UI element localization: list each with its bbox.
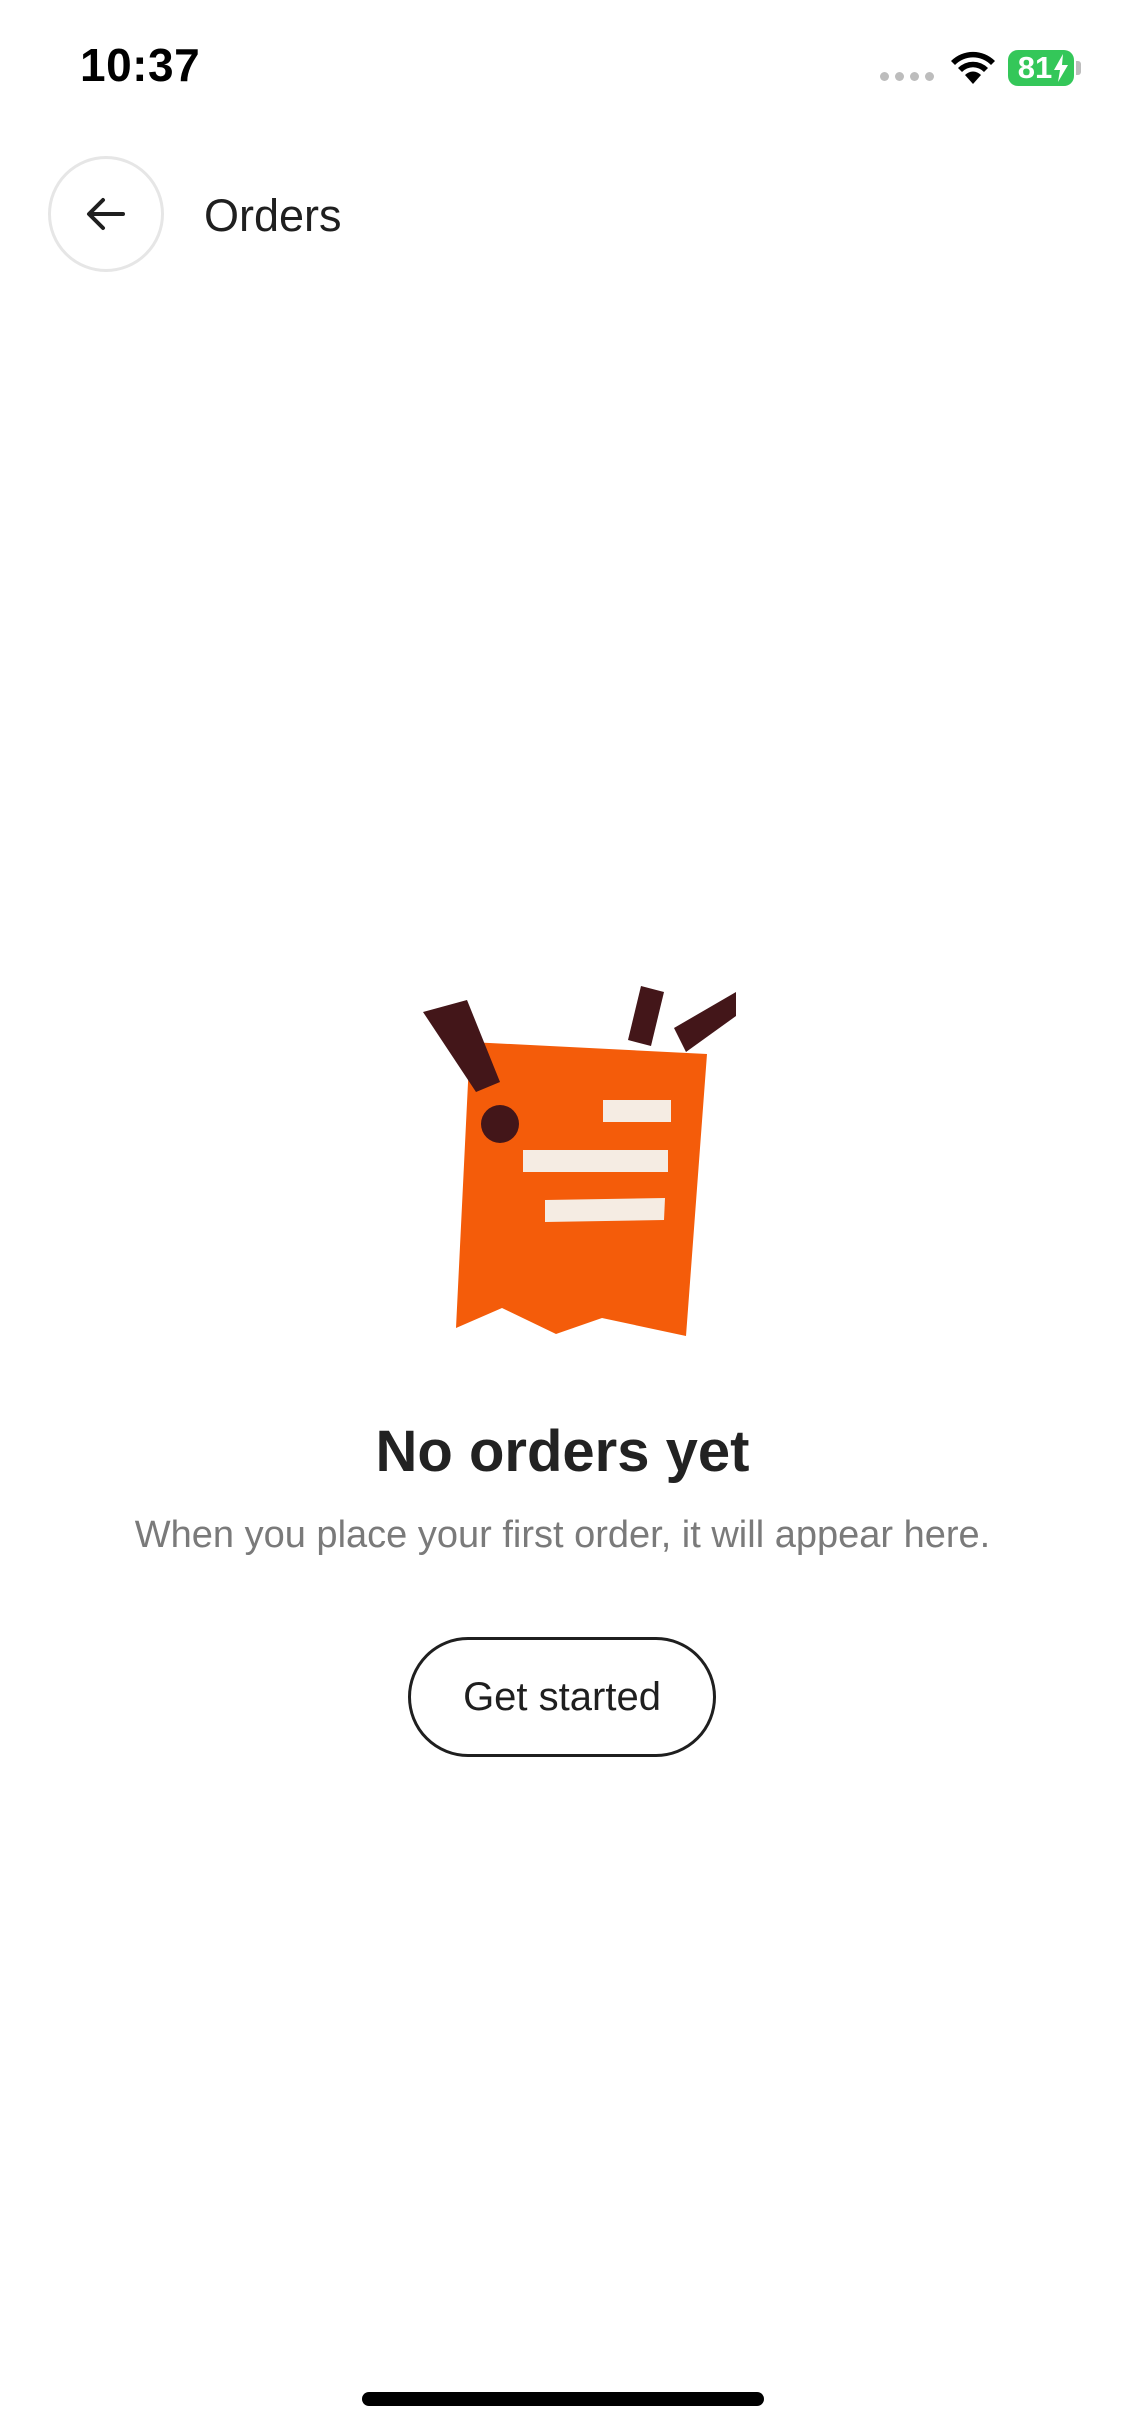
- battery-tip: [1076, 61, 1081, 75]
- exclamation-mark-right-top: [628, 986, 664, 1046]
- receipt-line-1: [603, 1100, 671, 1122]
- arrow-left-icon: [87, 198, 125, 230]
- status-time: 10:37: [80, 39, 201, 91]
- home-indicator[interactable]: [362, 2392, 764, 2406]
- receipt-line-2: [523, 1150, 668, 1172]
- empty-state-subtitle: When you place your first order, it will…: [134, 1514, 991, 1556]
- receipt-illustration: [423, 986, 736, 1336]
- wifi-icon: [951, 51, 995, 84]
- page-title: Orders: [204, 190, 342, 241]
- receipt-line-3: [545, 1198, 665, 1222]
- signal-dots-icon: [880, 72, 934, 81]
- exclamation-mark-right-bottom: [674, 992, 736, 1052]
- back-button[interactable]: [48, 156, 164, 272]
- charging-icon: [1054, 54, 1068, 82]
- get-started-button[interactable]: Get started: [408, 1637, 716, 1757]
- status-bar: 10:37 81: [0, 0, 1125, 140]
- receipt-eye: [481, 1105, 519, 1143]
- empty-state-title: No orders yet: [375, 1419, 750, 1484]
- receipt-body: [456, 1042, 707, 1336]
